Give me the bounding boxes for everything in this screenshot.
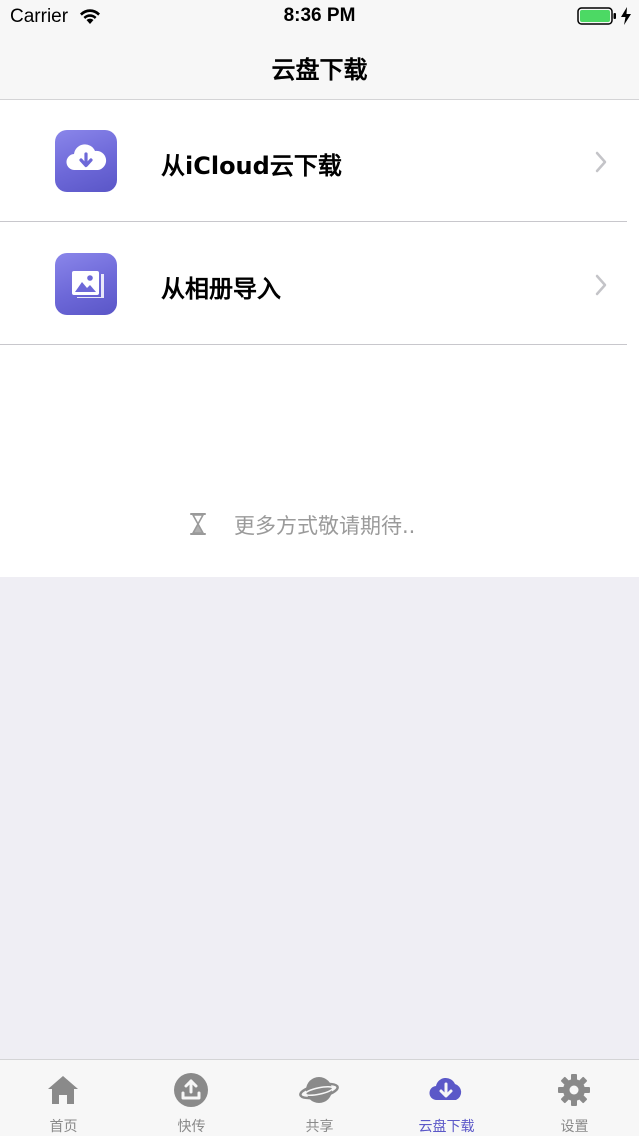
- more-coming-hint: 更多方式敬请期待..: [0, 508, 639, 538]
- row-divider: [0, 344, 627, 345]
- status-bar: Carrier 8:36 PM: [0, 0, 639, 34]
- home-icon: [48, 1076, 78, 1104]
- chevron-right-icon: [595, 274, 607, 296]
- download-options-list: 从iCloud云下载 从相册导入 更多方式敬请期待..: [0, 100, 639, 577]
- tab-quick-transfer[interactable]: 快传: [128, 1060, 255, 1136]
- hourglass-icon: [190, 513, 206, 535]
- tab-home[interactable]: 首页: [0, 1060, 127, 1136]
- charging-bolt-icon: [621, 7, 631, 25]
- navigation-bar: 云盘下载: [0, 34, 639, 100]
- photo-album-import-label: 从相册导入: [161, 275, 281, 303]
- battery-icon: [577, 7, 616, 25]
- tab-home-label: 首页: [49, 1119, 78, 1135]
- tab-bar: 首页 快传 共享 云盘下载 设置: [0, 1059, 639, 1136]
- upload-icon: [174, 1073, 208, 1107]
- tab-settings-label: 设置: [560, 1119, 589, 1135]
- tab-share[interactable]: 共享: [256, 1060, 383, 1136]
- status-time: 8:36 PM: [283, 5, 356, 26]
- tab-cloud-download-label: 云盘下载: [418, 1119, 475, 1135]
- row-divider: [0, 221, 627, 222]
- cloud-download-icon: [429, 1077, 462, 1101]
- icloud-download-label: 从iCloud云下载: [161, 152, 342, 180]
- more-coming-text: 更多方式敬请期待..: [234, 514, 416, 538]
- icloud-download-row[interactable]: 从iCloud云下载: [0, 100, 639, 222]
- photo-album-icon: [55, 253, 117, 315]
- tab-share-label: 共享: [305, 1119, 334, 1135]
- photo-album-import-row[interactable]: 从相册导入: [0, 223, 639, 345]
- tab-cloud-download[interactable]: 云盘下载: [383, 1060, 510, 1136]
- tab-settings[interactable]: 设置: [511, 1060, 638, 1136]
- gear-icon: [558, 1074, 590, 1106]
- planet-icon: [299, 1077, 339, 1103]
- chevron-right-icon: [595, 151, 607, 173]
- page-title: 云盘下载: [271, 56, 368, 84]
- cloud-download-icon: [55, 130, 117, 192]
- tab-quick-transfer-label: 快传: [177, 1119, 206, 1135]
